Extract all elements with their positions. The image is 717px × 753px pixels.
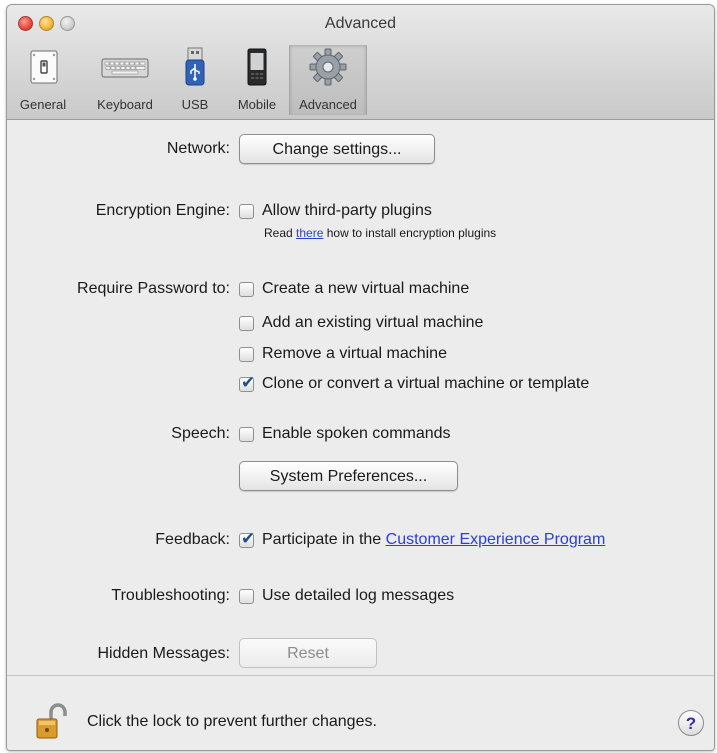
spoken-commands-option[interactable]: Enable spoken commands [239,425,451,443]
clone-vm-label: Clone or convert a virtual machine or te… [262,375,590,392]
toolbar-label-advanced: Advanced [299,97,357,112]
network-label: Network: [166,140,230,157]
feedback-prefix: Participate in the [262,531,382,548]
footer-bar: Click the lock to prevent further change… [7,675,714,750]
add-vm-label: Add an existing virtual machine [262,314,484,331]
encryption-note-prefix: Read [264,226,297,240]
help-button[interactable]: ? [678,710,704,736]
require-password-label: Require Password to: [77,280,230,297]
allow-plugins-option[interactable]: Allow third-party plugins [239,202,432,220]
toolbar-label-keyboard: Keyboard [97,97,153,112]
clone-vm-checkbox[interactable] [239,373,255,393]
add-vm-option[interactable]: Add an existing virtual machine [239,314,483,332]
toolbar-label-general: General [19,97,67,112]
detailed-log-label: Use detailed log messages [262,587,455,604]
remove-vm-label: Remove a virtual machine [262,345,447,362]
toolbar-tab-usb[interactable]: USB [173,45,217,115]
encryption-note-suffix: how to install encryption plugins [323,226,497,240]
create-vm-checkbox[interactable] [239,281,254,297]
usb-icon [185,47,205,86]
encryption-help-link[interactable]: there [296,226,323,240]
advanced-pane: Network: Change settings... Encryption E… [7,120,714,675]
feedback-option[interactable]: Participate in the Customer Experience P… [239,529,606,549]
create-vm-label: Create a new virtual machine [262,280,470,297]
window-title: Advanced [324,15,397,32]
allow-plugins-checkbox[interactable] [239,203,254,219]
encryption-engine-label: Encryption Engine: [95,202,230,219]
toolbar-label-mobile: Mobile [237,97,277,112]
create-vm-option[interactable]: Create a new virtual machine [239,280,469,298]
general-switch-icon [30,50,58,84]
detailed-log-checkbox[interactable] [239,588,254,604]
change-settings-button[interactable]: Change settings... [239,134,435,164]
detailed-log-option[interactable]: Use detailed log messages [239,587,454,605]
feedback-label: Feedback: [155,531,230,548]
feedback-checkbox[interactable] [239,529,255,549]
toolbar-label-usb: USB [181,97,209,112]
spoken-commands-checkbox[interactable] [239,426,254,442]
gear-icon [309,48,347,86]
remove-vm-option[interactable]: Remove a virtual machine [239,345,447,363]
preferences-window: Advanced General Keyboard USB Mobile Adv… [6,4,715,751]
lock-message: Click the lock to prevent further change… [87,713,377,730]
keyboard-icon [101,58,149,78]
hidden-messages-label: Hidden Messages: [97,645,230,662]
title-bar: Advanced General Keyboard USB Mobile Adv… [7,5,714,120]
add-vm-checkbox[interactable] [239,315,254,331]
system-preferences-button[interactable]: System Preferences... [239,461,458,491]
spoken-commands-label: Enable spoken commands [262,425,451,442]
encryption-note: Read there how to install encryption plu… [264,226,496,240]
allow-plugins-label: Allow third-party plugins [262,202,432,219]
reset-button[interactable]: Reset [239,638,377,668]
remove-vm-checkbox[interactable] [239,346,254,362]
clone-vm-option[interactable]: Clone or convert a virtual machine or te… [239,373,590,393]
toolbar-tab-general[interactable]: General [9,45,77,115]
toolbar-tab-mobile[interactable]: Mobile [225,45,289,115]
speech-label: Speech: [171,425,230,442]
lock-open-icon[interactable] [35,702,69,742]
toolbar-tab-advanced[interactable]: Advanced [289,45,367,115]
mobile-phone-icon [247,48,267,86]
troubleshooting-label: Troubleshooting: [111,587,230,604]
toolbar-tab-keyboard[interactable]: Keyboard [87,45,163,115]
customer-experience-link[interactable]: Customer Experience Program [386,531,606,549]
